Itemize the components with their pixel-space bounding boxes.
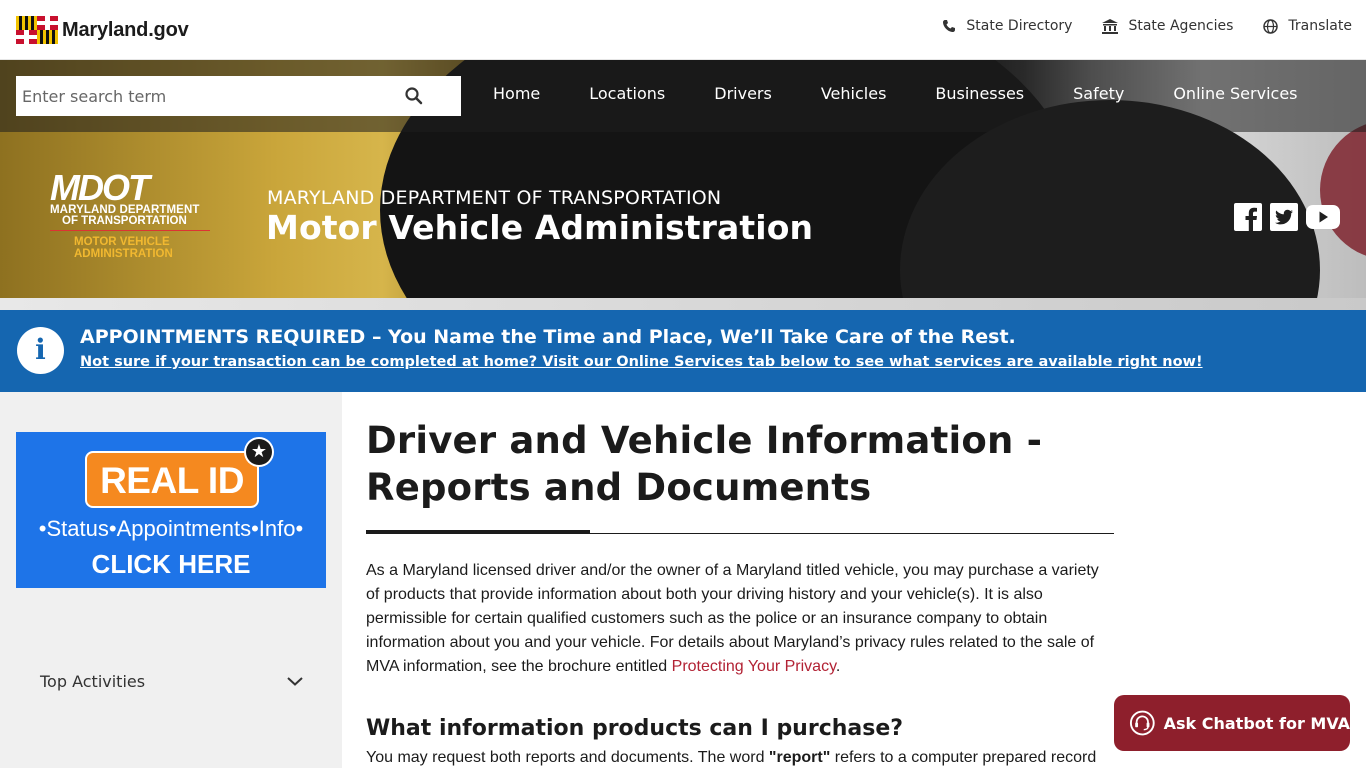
section-heading: What information products can I purchase… <box>366 716 904 741</box>
nav-locations[interactable]: Locations <box>589 84 665 103</box>
section-text: You may request both reports and documen… <box>366 749 769 766</box>
search-box <box>16 76 461 116</box>
chevron-down-icon <box>287 677 303 686</box>
main-nav: Home Locations Drivers Vehicles Business… <box>0 60 1366 132</box>
youtube-icon[interactable] <box>1306 203 1340 231</box>
translate-label: Translate <box>1288 18 1352 34</box>
chatbot-label: Ask Chatbot for MVA <box>1163 713 1350 733</box>
state-agencies-label: State Agencies <box>1128 18 1234 34</box>
star-icon: ★ <box>244 437 274 467</box>
chatbot-button[interactable]: Ask Chatbot for MVA <box>1114 695 1350 751</box>
hero-title: Motor Vehicle Administration <box>266 208 814 247</box>
info-glyph: i <box>35 333 46 366</box>
section-text-end: refers to a computer prepared record <box>830 749 1097 766</box>
search-input[interactable] <box>16 86 396 106</box>
phone-icon <box>943 20 956 32</box>
building-icon <box>1102 18 1119 34</box>
maryland-gov-logo[interactable]: Maryland.gov <box>16 16 189 44</box>
real-id-banner[interactable]: REAL ID ★ •Status•Appointments•Info• CLI… <box>16 432 326 588</box>
search-icon[interactable] <box>405 87 423 105</box>
state-directory-label: State Directory <box>966 18 1073 34</box>
mdot-logo-line: OF TRANSPORTATION <box>62 215 187 227</box>
star-glyph: ★ <box>246 439 272 465</box>
top-activities-toggle[interactable]: Top Activities <box>40 669 304 693</box>
page-title: Driver and Vehicle Information - Reports… <box>366 419 1043 509</box>
twitter-icon[interactable] <box>1270 203 1298 231</box>
title-divider <box>590 533 1114 534</box>
alert-online-services-link[interactable]: Not sure if your transaction can be comp… <box>80 354 1203 370</box>
nav-vehicles[interactable]: Vehicles <box>821 84 887 103</box>
nav-online-services[interactable]: Online Services <box>1173 84 1297 103</box>
section-text-bold: "report" <box>768 749 831 766</box>
hero-subtitle: MARYLAND DEPARTMENT OF TRANSPORTATION <box>267 187 722 209</box>
state-agencies-link[interactable]: State Agencies <box>1102 18 1233 34</box>
real-id-services-text: •Status•Appointments•Info• <box>38 516 304 541</box>
mdot-logo-line: MOTOR VEHICLE <box>74 236 170 248</box>
maryland-gov-text: Maryland.gov <box>62 18 189 41</box>
real-id-badge-text: REAL ID <box>100 460 244 501</box>
mdot-logo-line: ADMINISTRATION <box>74 248 173 260</box>
section-paragraph: You may request both reports and documen… <box>366 746 1106 768</box>
translate-link[interactable]: Translate <box>1263 18 1352 34</box>
nav-items: Home Locations Drivers Vehicles Business… <box>493 84 1298 103</box>
social-links <box>1234 203 1340 231</box>
real-id-badge: REAL ID <box>85 451 259 508</box>
maryland-flag-icon <box>16 16 58 44</box>
utility-links: State Directory State Agencies Translate <box>942 18 1352 34</box>
sidebar: REAL ID ★ •Status•Appointments•Info• CLI… <box>0 392 342 768</box>
intro-text-end: . <box>835 658 841 675</box>
alert-title: APPOINTMENTS REQUIRED – You Name the Tim… <box>80 326 1016 348</box>
mdot-logo-divider <box>50 230 210 231</box>
state-directory-link[interactable]: State Directory <box>942 18 1072 34</box>
nav-safety[interactable]: Safety <box>1073 84 1124 103</box>
nav-drivers[interactable]: Drivers <box>714 84 772 103</box>
protecting-privacy-link[interactable]: Protecting Your Privacy <box>672 658 836 675</box>
intro-paragraph: As a Maryland licensed driver and/or the… <box>366 559 1106 679</box>
nav-home[interactable]: Home <box>493 84 540 103</box>
mdot-mva-logo[interactable]: MDOT MARYLAND DEPARTMENT OF TRANSPORTATI… <box>50 167 215 264</box>
hero-decoration <box>0 298 1366 310</box>
mdot-logo-mark: MDOT <box>50 167 150 208</box>
top-activities-label: Top Activities <box>40 671 146 691</box>
headset-icon <box>1129 710 1155 736</box>
facebook-icon[interactable] <box>1234 203 1262 231</box>
globe-icon <box>1263 18 1279 34</box>
info-icon: i <box>17 327 64 374</box>
appointment-alert-banner: i APPOINTMENTS REQUIRED – You Name the T… <box>0 310 1366 392</box>
hero-decoration <box>1320 120 1366 260</box>
title-divider <box>366 530 590 534</box>
utility-bar: Maryland.gov State Directory State Agenc… <box>0 0 1366 60</box>
real-id-click-here: CLICK HERE <box>91 549 251 579</box>
nav-businesses[interactable]: Businesses <box>935 84 1024 103</box>
